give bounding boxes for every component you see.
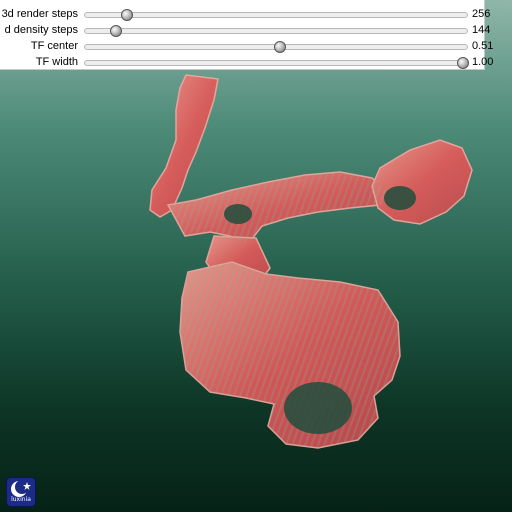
- luxinia-logo: luxinia: [6, 477, 36, 507]
- slider-label: 3d render steps: [1, 8, 78, 20]
- slider-value: 256: [472, 8, 491, 20]
- tf-width-slider[interactable]: [84, 57, 470, 69]
- slider-row-render-steps: 3d render steps 256: [0, 6, 490, 22]
- logo-text: luxinia: [11, 496, 31, 503]
- slider-knob[interactable]: [457, 57, 470, 69]
- slider-value: 1.00: [472, 56, 494, 68]
- slider-label: TF width: [35, 56, 78, 68]
- slider-value: 0.51: [472, 40, 494, 52]
- slider-value: 144: [472, 24, 491, 36]
- volume-render-viewport[interactable]: [0, 69, 512, 512]
- slider-knob[interactable]: [121, 9, 134, 21]
- slider-knob[interactable]: [109, 25, 122, 37]
- slider-row-tf-center: TF center 0.51: [0, 38, 493, 54]
- slider-row-tf-width: TF width 1.00: [0, 54, 493, 70]
- render-steps-slider[interactable]: [84, 9, 468, 21]
- slider-knob[interactable]: [273, 41, 286, 53]
- slider-label: TF center: [30, 40, 78, 52]
- slider-panel: 3d render steps 256 d density steps 144 …: [0, 0, 493, 70]
- slider-label: d density steps: [4, 24, 78, 36]
- density-steps-slider[interactable]: [84, 25, 468, 37]
- slider-row-density-steps: d density steps 144: [0, 22, 490, 38]
- tf-center-slider[interactable]: [84, 41, 468, 53]
